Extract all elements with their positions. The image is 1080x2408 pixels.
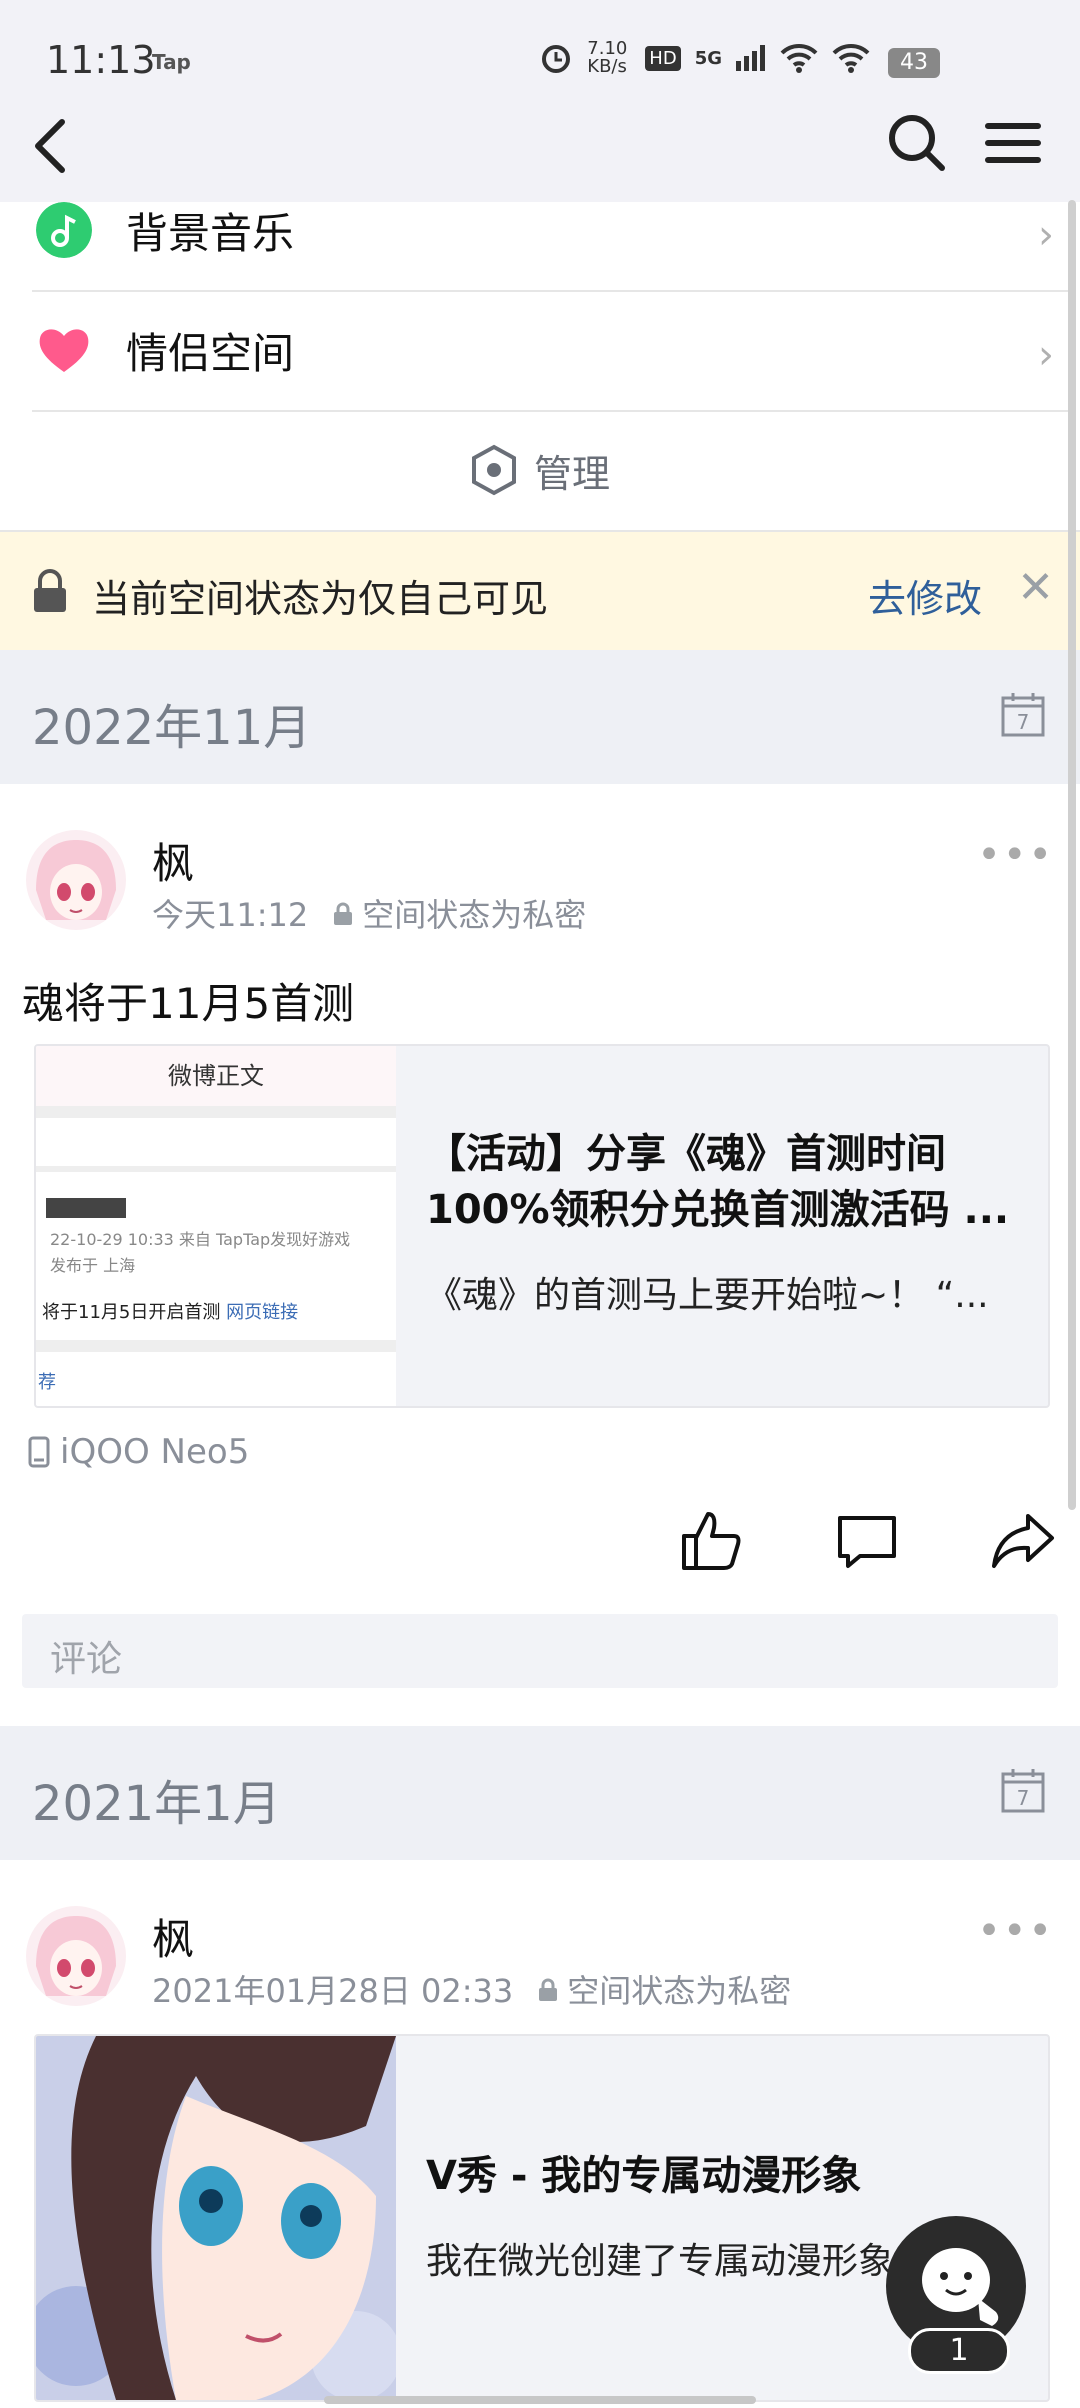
card-subtitle: 《魂》的首测马上要开始啦~！ “... [426,1275,989,1316]
device-name: iQOO Neo5 [60,1432,250,1472]
avatar[interactable] [26,830,126,930]
card-title-line1: 【活动】分享《魂》首测时间 [426,1131,946,1177]
month-header-2022-11: 2022年11月 7 [0,650,1080,784]
share-arrow-icon[interactable] [990,1508,1056,1574]
calendar-icon[interactable]: 7 [1000,690,1046,738]
like-thumb-icon[interactable] [678,1508,744,1574]
post-author[interactable]: 枫 [152,1906,194,1967]
post-privacy: 空间状态为私密 [567,1972,792,2010]
battery-indicator: 43 [888,48,940,78]
status-icons: 7.10 KB/s HD 5G [539,40,870,76]
comment-placeholder: 评论 [50,1639,123,1680]
manage-label: 管理 [533,451,610,496]
avatar[interactable] [26,1906,126,2006]
music-note-icon [36,202,92,258]
month-header-2021-01: 2021年1月 7 [0,1726,1080,1860]
post-actions [0,1508,1080,1588]
post-meta: 今天11:12 空间状态为私密 [152,890,586,936]
post-privacy: 空间状态为私密 [362,896,587,934]
anime-avatar-image [26,1906,126,2006]
svg-text:7: 7 [1017,710,1030,734]
chevron-right-icon: › [1038,332,1054,378]
phone-icon [28,1436,50,1468]
month-title: 2021年1月 [32,1776,281,1832]
status-time: 11:13 [46,38,156,82]
heart-icon [39,329,89,372]
signal-bars-icon [736,45,765,71]
lock-icon [334,902,353,925]
taptap-notification-icon: Tap [152,50,191,74]
row-background-music[interactable]: 背景音乐 › [32,172,1072,292]
row-label: 情侣空间 [126,329,295,378]
wifi-icon-2 [832,43,870,73]
comment-input[interactable]: 评论 [22,1614,1058,1688]
home-indicator [324,2396,756,2404]
anime-avatar-image [26,830,126,930]
post-text: 魂将于11月5首测 [22,979,355,1028]
post-time: 今天11:12 [152,896,309,934]
lock-icon [34,569,66,612]
edit-privacy-link[interactable]: 去修改 [868,568,982,623]
post-meta: 2021年01月28日 02:33 空间状态为私密 [152,1966,791,2012]
shared-link-card[interactable]: 微博正文 22-10-29 10:33 来自 TapTap发现好游戏 发布于 上… [34,1044,1050,1408]
row-label: 背景音乐 [126,209,295,258]
notification-count-badge: 1 [908,2328,1010,2374]
search-icon[interactable] [882,108,952,178]
month-title: 2022年11月 [32,700,312,756]
thumb-body-text: 将于11月5日开启首测 [42,1302,221,1323]
calendar-icon[interactable]: 7 [1000,1766,1046,1814]
alarm-icon [542,45,571,73]
svg-text:7: 7 [1017,1786,1030,1810]
menu-icon[interactable] [978,108,1048,178]
link-thumbnail: 微博正文 22-10-29 10:33 来自 TapTap发现好游戏 发布于 上… [36,1046,396,1406]
redacted-block [46,1198,126,1218]
thumb-date: 22-10-29 10:33 来自 TapTap发现好游戏 [50,1230,351,1249]
card-title: V秀 - 我的专属动漫形象 [426,2153,862,2199]
lock-icon [539,1978,558,2001]
chevron-right-icon: › [1038,212,1054,258]
hexagon-settings-icon [471,444,516,496]
thumb-link: 网页链接 [226,1302,299,1323]
close-icon[interactable]: ✕ [1017,562,1054,613]
wifi-icon [780,43,818,73]
anime-girl-image [36,2036,401,2400]
post-author[interactable]: 枫 [152,830,194,891]
more-options-icon[interactable]: ••• [977,1908,1054,1954]
privacy-notice-banner: 当前空间状态为仅自己可见 去修改 ✕ [0,532,1080,650]
thumb-header: 微博正文 [36,1046,396,1106]
signal-5g-icon: 5G [694,47,722,69]
notice-text: 当前空间状态为仅自己可见 [92,577,549,621]
post-time: 2021年01月28日 02:33 [152,1972,514,2010]
manage-button[interactable]: 管理 [0,410,1080,532]
scrollbar[interactable] [1068,200,1076,1510]
anime-image-thumbnail [36,2036,401,2400]
hd-icon: HD [645,45,681,71]
network-speed: 7.10 KB/s [587,38,628,77]
comment-bubble-icon[interactable] [834,1508,900,1574]
thumb-recommend: 荐 [38,1372,56,1393]
device-info: iQOO Neo5 [28,1432,249,1472]
thumb-location: 发布于 上海 [50,1256,136,1275]
row-couple-space[interactable]: 情侣空间 › [32,292,1072,412]
card-title-line2: 100%领积分兑换首测激活码 ... [426,1187,1010,1233]
thumb-body: 将于11月5日开启首测 网页链接 [42,1298,396,1324]
back-arrow-icon[interactable] [22,110,82,180]
more-options-icon[interactable]: ••• [977,832,1054,878]
